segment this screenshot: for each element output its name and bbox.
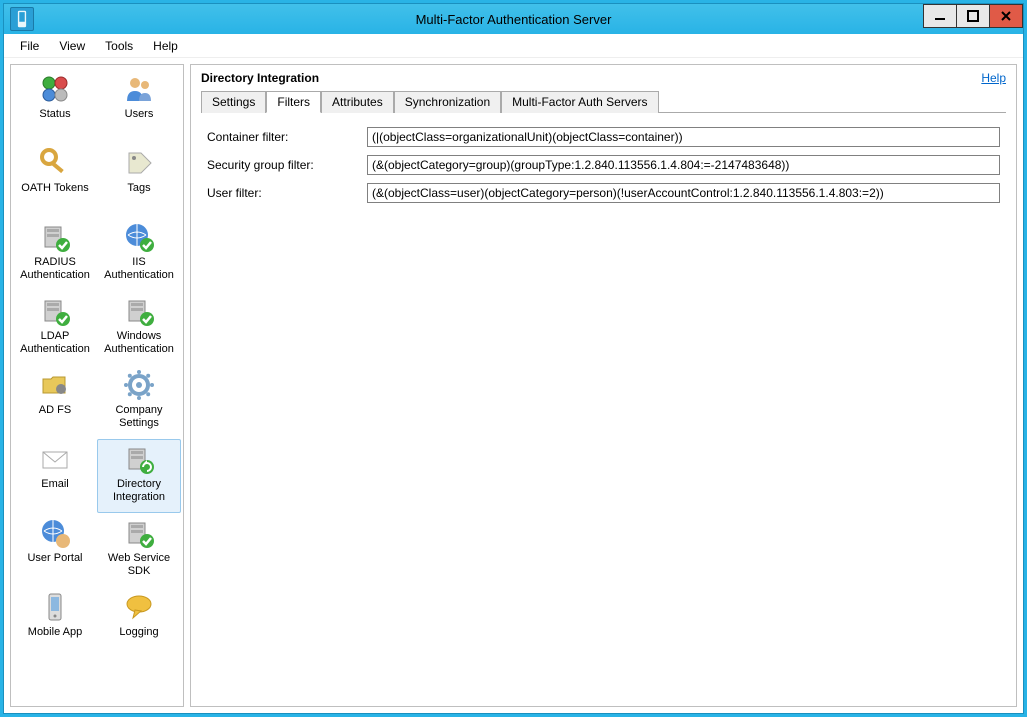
tab-attributes[interactable]: Attributes: [321, 91, 394, 113]
folder-gear-icon: [38, 368, 72, 402]
menu-tools[interactable]: Tools: [95, 36, 143, 56]
close-button[interactable]: [989, 4, 1023, 28]
gear-icon: [122, 368, 156, 402]
menu-file[interactable]: File: [10, 36, 49, 56]
tab-panel-filters: Container filter: Security group filter:…: [201, 113, 1006, 225]
sidebar-item-users[interactable]: Users: [97, 69, 181, 143]
client-area: Status Users OATH Tokens Tags RADIUS Authent…: [4, 58, 1023, 713]
sidebar-item-label: Users: [125, 108, 154, 121]
menu-help[interactable]: Help: [143, 36, 188, 56]
server-tools-icon: [122, 516, 156, 550]
sidebar-item-status[interactable]: Status: [13, 69, 97, 143]
key-icon: [38, 146, 72, 180]
tab-strip: SettingsFiltersAttributesSynchronization…: [201, 91, 1006, 113]
windows-check-icon: [122, 294, 156, 328]
security-group-filter-label: Security group filter:: [207, 158, 367, 172]
help-link[interactable]: Help: [981, 71, 1006, 85]
section-title: Directory Integration: [201, 71, 319, 85]
sidebar-item-email[interactable]: Email: [13, 439, 97, 513]
sidebar-item-ad-fs[interactable]: AD FS: [13, 365, 97, 439]
maximize-button[interactable]: [956, 4, 990, 28]
server-shield-icon: [38, 220, 72, 254]
tab-settings[interactable]: Settings: [201, 91, 266, 113]
envelope-icon: [38, 442, 72, 476]
minimize-button[interactable]: [923, 4, 957, 28]
sidebar-item-label: Status: [39, 108, 70, 121]
sidebar-item-label: RADIUS Authentication: [16, 256, 94, 281]
sidebar-item-user-portal[interactable]: User Portal: [13, 513, 97, 587]
status-icon: [38, 72, 72, 106]
security-group-filter-input[interactable]: [367, 155, 1000, 175]
sidebar-item-company-settings[interactable]: Company Settings: [97, 365, 181, 439]
server-check-icon: [38, 294, 72, 328]
sidebar-item-web-service-sdk[interactable]: Web Service SDK: [97, 513, 181, 587]
sidebar-item-radius-authentication[interactable]: RADIUS Authentication: [13, 217, 97, 291]
sidebar-item-label: Windows Authentication: [100, 330, 178, 355]
sidebar-item-label: OATH Tokens: [21, 182, 88, 195]
sidebar-item-iis-authentication[interactable]: IIS Authentication: [97, 217, 181, 291]
sidebar-item-label: Web Service SDK: [100, 552, 178, 577]
sidebar-item-label: LDAP Authentication: [16, 330, 94, 355]
sidebar-item-label: Logging: [119, 626, 158, 639]
app-window: Multi-Factor Authentication Server File …: [3, 3, 1024, 714]
window-title: Multi-Factor Authentication Server: [4, 12, 1023, 27]
sidebar-item-mobile-app[interactable]: Mobile App: [13, 587, 97, 661]
sidebar-item-oath-tokens[interactable]: OATH Tokens: [13, 143, 97, 217]
app-icon: [10, 7, 34, 31]
sidebar-item-directory-integration[interactable]: Directory Integration: [97, 439, 181, 513]
sidebar-item-label: User Portal: [27, 552, 82, 565]
globe-check-icon: [122, 220, 156, 254]
globe-person-icon: [38, 516, 72, 550]
titlebar[interactable]: Multi-Factor Authentication Server: [4, 4, 1023, 34]
sidebar-item-label: Mobile App: [28, 626, 82, 639]
tab-multi-factor-auth-servers[interactable]: Multi-Factor Auth Servers: [501, 91, 658, 113]
menu-view[interactable]: View: [49, 36, 95, 56]
user-filter-label: User filter:: [207, 186, 367, 200]
speech-icon: [122, 590, 156, 624]
tab-synchronization[interactable]: Synchronization: [394, 91, 501, 113]
sidebar-item-tags[interactable]: Tags: [97, 143, 181, 217]
sidebar-item-label: Directory Integration: [100, 478, 178, 503]
tag-icon: [122, 146, 156, 180]
container-filter-label: Container filter:: [207, 130, 367, 144]
sidebar-item-label: Email: [41, 478, 69, 491]
tab-filters[interactable]: Filters: [266, 91, 321, 113]
sidebar-item-logging[interactable]: Logging: [97, 587, 181, 661]
users-icon: [122, 72, 156, 106]
sidebar-item-label: Company Settings: [100, 404, 178, 429]
user-filter-input[interactable]: [367, 183, 1000, 203]
server-sync-icon: [122, 442, 156, 476]
sidebar-item-windows-authentication[interactable]: Windows Authentication: [97, 291, 181, 365]
sidebar-item-label: IIS Authentication: [100, 256, 178, 281]
sidebar: Status Users OATH Tokens Tags RADIUS Authent…: [10, 64, 184, 707]
phone-icon: [38, 590, 72, 624]
menubar: File View Tools Help: [4, 34, 1023, 58]
sidebar-item-ldap-authentication[interactable]: LDAP Authentication: [13, 291, 97, 365]
container-filter-input[interactable]: [367, 127, 1000, 147]
sidebar-item-label: AD FS: [39, 404, 71, 417]
sidebar-item-label: Tags: [127, 182, 150, 195]
main-panel: Directory Integration Help SettingsFilte…: [190, 64, 1017, 707]
